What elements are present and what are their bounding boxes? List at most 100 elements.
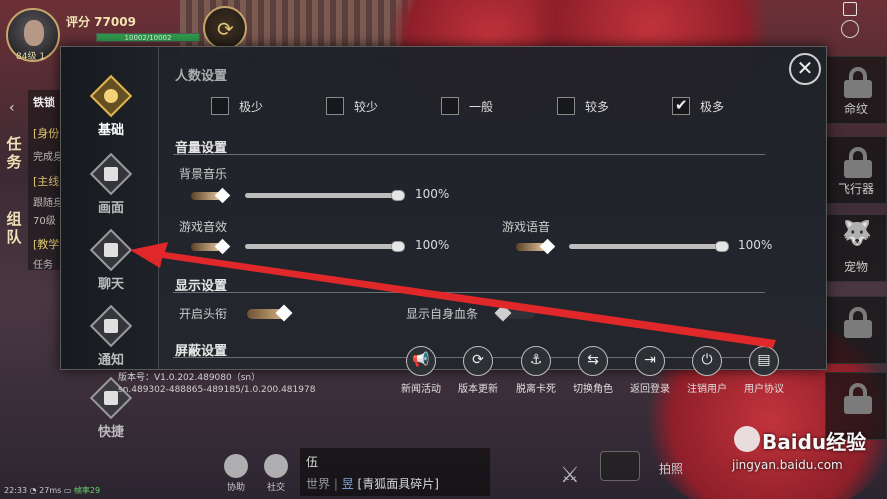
action-label: 用户协议 xyxy=(744,384,784,395)
player-level: 84级 1 xyxy=(16,52,46,62)
title-toggle[interactable] xyxy=(247,304,293,322)
unstuck-button[interactable]: ⚓ 脱离卡死 xyxy=(509,346,563,395)
nav-chat[interactable]: 聊天 xyxy=(83,228,139,301)
voice-value: 100% xyxy=(738,238,773,252)
deregister-button[interactable]: ⏻ 注销用户 xyxy=(680,346,734,395)
nav-label: 聊天 xyxy=(97,277,124,292)
close-button[interactable]: ✕ xyxy=(789,53,821,85)
tab-team[interactable]: 组队 xyxy=(2,210,26,246)
wifi-icon: ◔ xyxy=(29,486,37,495)
chat-line: 世界 | 昱 [青狐面具碎片] xyxy=(306,477,439,491)
hp-text: 10002/10002 xyxy=(124,34,172,42)
checkbox[interactable] xyxy=(557,97,575,115)
slider-thumb[interactable] xyxy=(391,190,405,201)
gear-icon xyxy=(89,74,133,118)
quest-item: 70级 xyxy=(33,216,56,227)
section-divider xyxy=(173,154,765,155)
option-label: 较少 xyxy=(354,100,379,114)
switch-role-button[interactable]: ⇆ 切换角色 xyxy=(566,346,620,395)
news-button[interactable]: 📢 新闻活动 xyxy=(394,346,448,395)
hpbar-toggle-label: 显示自身血条 xyxy=(406,307,479,321)
section-title-people: 人数设置 xyxy=(175,69,228,84)
slider-knob[interactable] xyxy=(214,238,231,255)
voice-label: 游戏语音 xyxy=(502,220,551,234)
system-status: 22:33 ◔ 27ms ▭ 帧率29 xyxy=(4,485,100,496)
nav-label: 通知 xyxy=(97,353,124,368)
action-label: 返回登录 xyxy=(630,384,670,395)
lock-icon xyxy=(844,383,872,414)
checkbox-checked[interactable] xyxy=(672,96,690,115)
checkbox[interactable] xyxy=(326,97,344,115)
hpbar-toggle[interactable] xyxy=(494,304,535,322)
checkbox[interactable] xyxy=(441,97,459,115)
nav-label: 画面 xyxy=(97,201,124,216)
fps: 帧率29 xyxy=(73,486,101,495)
compass-icon[interactable] xyxy=(841,20,859,38)
option-label: 极多 xyxy=(700,100,725,114)
hp-bar: 10002/10002 xyxy=(96,33,200,42)
quest-item: 完成身 xyxy=(33,152,63,163)
slider-thumb[interactable] xyxy=(715,241,729,252)
camera-button[interactable] xyxy=(600,451,640,481)
logout-icon: ⇥ xyxy=(635,346,665,376)
locked-slot[interactable] xyxy=(825,296,887,364)
option-label: 较多 xyxy=(585,100,610,114)
action-label: 注销用户 xyxy=(687,384,727,395)
bgm-slider[interactable] xyxy=(245,190,405,201)
slider-thumb[interactable] xyxy=(391,241,405,252)
nav-basic[interactable]: 基础 xyxy=(83,74,139,147)
chat-sender[interactable]: 昱 xyxy=(342,477,354,491)
assist-label: 协助 xyxy=(226,483,245,493)
mount-arrow-icon: ⟳ xyxy=(217,17,234,41)
version-line: sn.489302-488865-489185/1.0.200.481978 xyxy=(118,385,316,395)
slider-knob[interactable] xyxy=(214,187,231,204)
mount-button[interactable]: ⟳ xyxy=(203,6,247,50)
locked-slot-rune[interactable]: 命纹 xyxy=(825,56,887,124)
battery-icon: ▭ xyxy=(63,486,72,495)
bottom-hud: 22:33 ◔ 27ms ▭ 帧率29 协助 社交 伍 世界 | 昱 [青狐面具… xyxy=(0,448,887,499)
checkbox[interactable] xyxy=(211,97,229,115)
option-label: 一般 xyxy=(469,100,494,114)
crossed-swords-icon[interactable]: ⚔ xyxy=(560,463,588,491)
action-label: 切换角色 xyxy=(573,384,613,395)
quest-item[interactable]: [教学 xyxy=(33,236,59,252)
pet-icon: 🐺 xyxy=(842,219,872,247)
fullscreen-icon[interactable] xyxy=(843,2,857,16)
action-label: 版本更新 xyxy=(458,384,498,395)
locked-slot-aircraft[interactable]: 飞行器 xyxy=(825,136,887,204)
chat-message[interactable]: [青狐面具碎片] xyxy=(358,477,439,491)
social-button[interactable]: 社交 xyxy=(256,454,296,493)
title-toggle-label: 开启头衔 xyxy=(179,307,228,321)
slider-knob[interactable] xyxy=(539,238,556,255)
slot-label: 宠物 xyxy=(843,260,868,274)
slot-label: 飞行器 xyxy=(837,182,874,196)
sfx-slider[interactable] xyxy=(245,241,405,252)
nav-notify[interactable]: 通知 xyxy=(83,304,139,377)
lock-icon xyxy=(844,307,872,338)
social-icon xyxy=(264,454,288,478)
picture-icon xyxy=(89,152,133,196)
quest-item[interactable]: [主线 xyxy=(33,173,59,189)
voice-slider[interactable] xyxy=(569,241,729,252)
tab-quest[interactable]: 任务 xyxy=(2,135,26,171)
quest-item[interactable]: [身份 xyxy=(33,125,59,141)
chat-bubble-icon xyxy=(89,228,133,272)
lock-icon xyxy=(844,67,872,98)
pet-slot[interactable]: 🐺 宠物 xyxy=(825,214,887,282)
agreement-button[interactable]: ▤ 用户协议 xyxy=(737,346,791,395)
update-button[interactable]: ⟳ 版本更新 xyxy=(451,346,505,395)
assist-button[interactable]: 协助 xyxy=(216,454,256,493)
collapse-chevron-icon[interactable]: ‹ xyxy=(9,100,15,116)
chat-box[interactable]: 伍 世界 | 昱 [青狐面具碎片] xyxy=(300,448,490,496)
action-label: 新闻活动 xyxy=(401,384,441,395)
nav-label: 快捷 xyxy=(97,425,124,440)
slot-label: 命纹 xyxy=(843,102,868,116)
slider-fill xyxy=(245,193,405,198)
player-avatar[interactable]: 84级 1 xyxy=(6,8,60,62)
close-icon: ✕ xyxy=(796,56,814,80)
logout-button[interactable]: ⇥ 返回登录 xyxy=(623,346,677,395)
bgm-label: 背景音乐 xyxy=(179,167,228,181)
locked-slot[interactable] xyxy=(825,372,887,440)
nav-graphics[interactable]: 画面 xyxy=(83,152,139,225)
clock: 22:33 xyxy=(4,486,28,495)
